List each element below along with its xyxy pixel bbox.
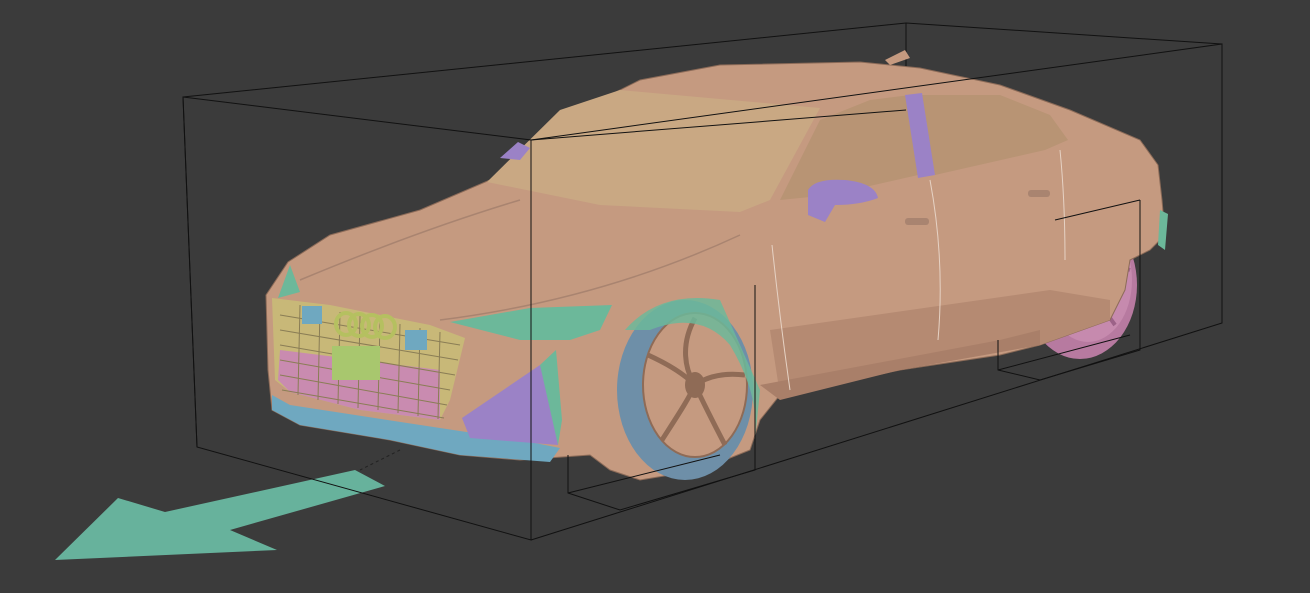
scene-canvas[interactable]	[0, 0, 1310, 593]
3d-viewport[interactable]	[0, 0, 1310, 593]
front-sensor-right	[405, 330, 427, 350]
rear-door-handle	[1028, 190, 1050, 197]
front-sensor-left	[302, 306, 322, 324]
front-door-handle	[905, 218, 929, 225]
license-plate	[332, 346, 380, 380]
